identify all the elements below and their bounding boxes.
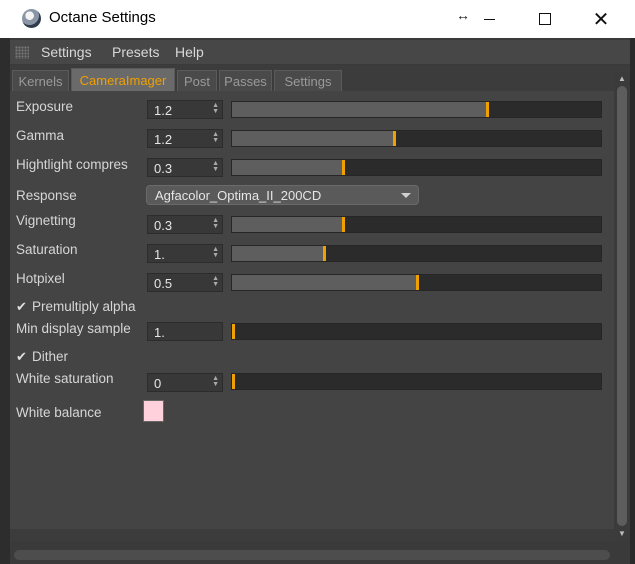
checkmark-icon: ✔ — [16, 300, 27, 315]
tab-passes[interactable]: Passes — [219, 70, 272, 91]
grip-handle-icon[interactable] — [15, 46, 29, 59]
slider-fill — [232, 217, 343, 232]
slider-handle[interactable] — [232, 374, 235, 389]
highlight-compression-field[interactable]: 0.3 ▲ ▼ — [147, 158, 223, 177]
checkmark-icon: ✔ — [16, 350, 27, 365]
menu-presets[interactable]: Presets — [112, 44, 159, 60]
response-label: Response — [16, 188, 77, 203]
spinner-icon[interactable]: ▲ ▼ — [212, 102, 219, 115]
vertical-scrollbar[interactable]: ▲ ▼ — [614, 72, 630, 541]
white-saturation-value: 0 — [154, 376, 162, 391]
saturation-slider[interactable] — [231, 245, 602, 262]
camera-imager-panel: Exposure 1.2 ▲ ▼ Gamma 1.2 ▲ ▼ Hightlight … — [10, 91, 614, 529]
vignetting-field[interactable]: 0.3 ▲ ▼ — [147, 215, 223, 234]
exposure-value: 1.2 — [154, 103, 173, 118]
spinner-icon[interactable]: ▲ ▼ — [212, 246, 219, 259]
exposure-slider[interactable] — [231, 101, 602, 118]
close-icon: ✕ — [592, 7, 610, 31]
dither-label: Dither — [32, 349, 69, 364]
chevron-down-icon — [401, 193, 411, 198]
saturation-field[interactable]: 1. ▲ ▼ — [147, 244, 223, 263]
min-display-sample-value: 1. — [154, 325, 165, 340]
slider-handle[interactable] — [341, 160, 345, 175]
tab-settings[interactable]: Settings — [274, 70, 342, 91]
slider-handle[interactable] — [323, 246, 327, 261]
hotpixel-slider[interactable] — [231, 274, 602, 291]
premultiply-alpha-checkbox[interactable]: ✔ Premultiply alpha — [16, 299, 136, 315]
exposure-field[interactable]: 1.2 ▲ ▼ — [147, 100, 223, 119]
slider-handle[interactable] — [232, 324, 235, 339]
response-value: Agfacolor_Optima_II_200CD — [155, 188, 322, 203]
panel-bottom-border — [10, 529, 614, 541]
menu-bar: Settings Presets Help — [10, 40, 630, 64]
slider-handle[interactable] — [415, 275, 419, 290]
menu-settings[interactable]: Settings — [41, 44, 92, 60]
window-title: Octane Settings — [49, 9, 156, 26]
close-button[interactable]: ✕ — [578, 0, 624, 38]
min-display-sample-field[interactable]: 1. — [147, 322, 223, 341]
gamma-slider[interactable] — [231, 130, 602, 147]
saturation-label: Saturation — [16, 242, 78, 257]
scroll-up-icon[interactable]: ▲ — [616, 74, 628, 83]
highlight-compression-value: 0.3 — [154, 161, 173, 176]
tab-bar: Kernels CameraImager Post Passes Setting… — [10, 65, 630, 91]
tab-kernels[interactable]: Kernels — [12, 70, 69, 91]
cinema4d-icon — [22, 9, 41, 28]
slider-fill — [232, 160, 343, 175]
gamma-label: Gamma — [16, 128, 65, 143]
slider-handle[interactable] — [341, 217, 345, 232]
exposure-label: Exposure — [16, 99, 74, 114]
gamma-field[interactable]: 1.2 ▲ ▼ — [147, 129, 223, 148]
spinner-icon[interactable]: ▲ ▼ — [212, 131, 219, 144]
slider-fill — [232, 131, 395, 146]
white-saturation-field[interactable]: 0 ▲ ▼ — [147, 373, 223, 392]
slider-fill — [232, 275, 417, 290]
saturation-value: 1. — [154, 247, 165, 262]
menu-help[interactable]: Help — [175, 44, 204, 60]
highlight-compression-label: Hightlight compres — [16, 157, 128, 172]
white-balance-label: White balance — [16, 405, 102, 420]
title-bar: Octane Settings ↔ ✕ — [0, 0, 635, 38]
maximize-button[interactable] — [522, 0, 568, 38]
white-saturation-label: White saturation — [16, 371, 114, 386]
tab-cameraimager[interactable]: CameraImager — [71, 68, 175, 91]
hotpixel-field[interactable]: 0.5 ▲ ▼ — [147, 273, 223, 292]
vignetting-slider[interactable] — [231, 216, 602, 233]
white-saturation-slider[interactable] — [231, 373, 602, 390]
minimize-button[interactable] — [466, 0, 512, 38]
background-window-edge-right — [630, 38, 635, 564]
spinner-icon[interactable]: ▲ ▼ — [212, 375, 219, 388]
white-balance-color-swatch[interactable] — [143, 400, 164, 422]
slider-fill — [232, 246, 325, 261]
slider-handle[interactable] — [485, 102, 489, 117]
vignetting-label: Vignetting — [16, 213, 76, 228]
horizontal-scrollbar[interactable] — [14, 550, 610, 560]
response-dropdown[interactable]: Agfacolor_Optima_II_200CD — [146, 185, 419, 205]
gamma-value: 1.2 — [154, 132, 173, 147]
scrollbar-thumb[interactable] — [617, 86, 627, 526]
highlight-compression-slider[interactable] — [231, 159, 602, 176]
hotpixel-value: 0.5 — [154, 276, 173, 291]
min-display-sample-slider[interactable] — [231, 323, 602, 340]
minimize-icon — [483, 18, 495, 20]
min-display-sample-label: Min display sample — [16, 321, 131, 336]
spinner-icon[interactable]: ▲ ▼ — [212, 160, 219, 173]
spinner-icon[interactable]: ▲ ▼ — [212, 275, 219, 288]
slider-fill — [232, 102, 487, 117]
dither-checkbox[interactable]: ✔ Dither — [16, 349, 68, 365]
slider-handle[interactable] — [393, 131, 397, 146]
maximize-icon — [539, 13, 551, 25]
background-window-edge — [0, 38, 10, 564]
spinner-icon[interactable]: ▲ ▼ — [212, 217, 219, 230]
premultiply-alpha-label: Premultiply alpha — [32, 299, 136, 314]
vignetting-value: 0.3 — [154, 218, 173, 233]
hotpixel-label: Hotpixel — [16, 271, 65, 286]
scroll-down-icon[interactable]: ▼ — [616, 529, 628, 538]
tab-post[interactable]: Post — [177, 70, 217, 91]
